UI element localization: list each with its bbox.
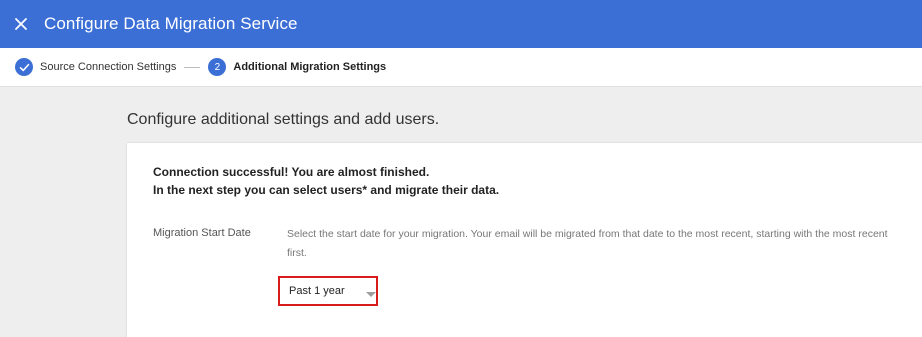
next-step-message: In the next step you can select users* a… xyxy=(153,183,500,197)
step-label: Additional Migration Settings xyxy=(233,61,387,73)
header-bar: Configure Data Migration Service xyxy=(0,0,922,48)
stepper: Source Connection Settings 2 Additional … xyxy=(0,48,922,87)
migration-start-date-description: Select the start date for your migration… xyxy=(287,228,888,259)
select-value: Past 1 year xyxy=(289,285,345,297)
success-message: Connection successful! You are almost fi… xyxy=(153,165,430,179)
step-source-connection[interactable]: Source Connection Settings xyxy=(15,58,176,76)
page-heading: Configure additional settings and add us… xyxy=(127,111,440,128)
close-icon[interactable] xyxy=(10,13,32,35)
step-label: Source Connection Settings xyxy=(40,61,177,73)
settings-card: Connection successful! You are almost fi… xyxy=(127,143,922,337)
window-title: Configure Data Migration Service xyxy=(44,14,298,33)
migration-start-date-select[interactable]: Past 1 year xyxy=(278,276,378,306)
migration-start-date-label: Migration Start Date xyxy=(153,227,251,239)
checkmark-icon xyxy=(15,58,33,76)
dropdown-arrow-icon xyxy=(366,285,376,303)
step-additional-settings[interactable]: 2 Additional Migration Settings xyxy=(208,58,386,76)
step-number-badge: 2 xyxy=(208,58,227,76)
step-connector xyxy=(184,66,201,68)
